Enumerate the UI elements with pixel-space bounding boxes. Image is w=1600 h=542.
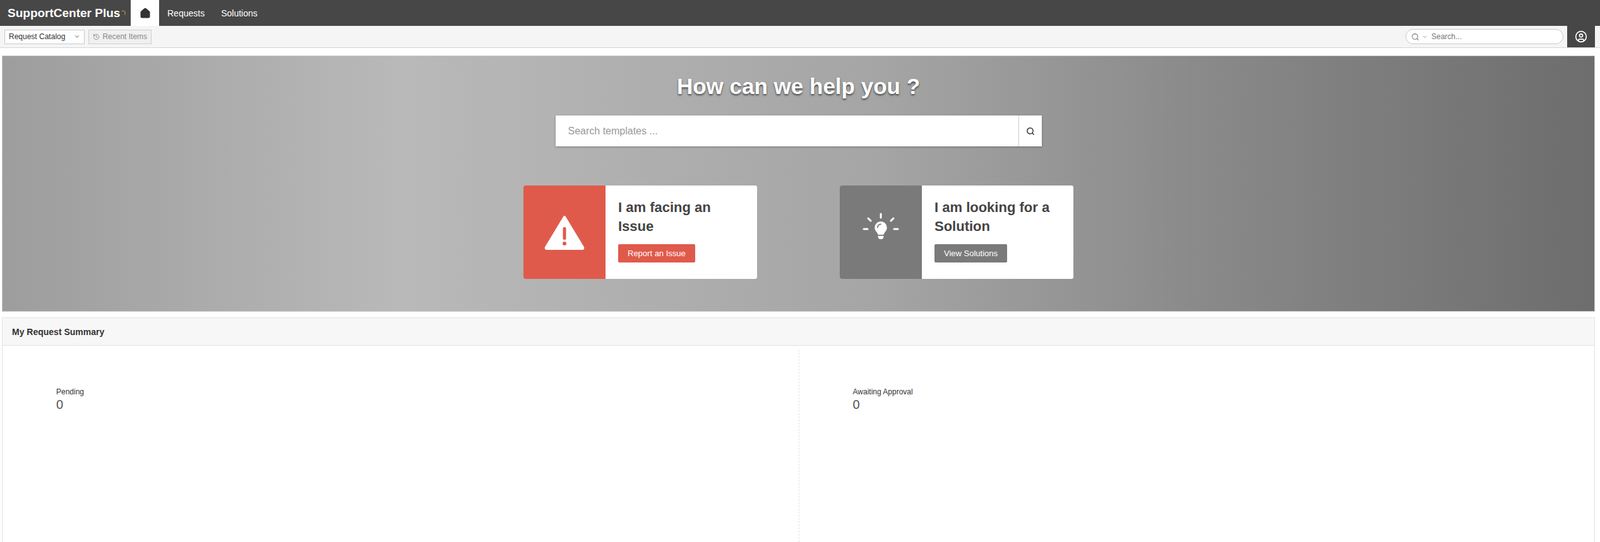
- lightbulb-icon: [860, 212, 902, 253]
- card-button[interactable]: Report an Issue: [618, 244, 696, 263]
- toolbar: Request CatalogRecent Items: [0, 25, 1600, 48]
- logo[interactable]: SupportCenter Plus: [0, 0, 131, 26]
- search-icon: [1026, 126, 1035, 136]
- card-icon-box: [839, 185, 922, 280]
- history-icon: [92, 33, 100, 41]
- global-search-input[interactable]: [1430, 31, 1558, 42]
- recent-items-button[interactable]: Recent Items: [88, 29, 152, 45]
- home-tab[interactable]: [130, 0, 160, 26]
- hero-title: How can we help you ?: [676, 73, 920, 100]
- card-body: I am looking for a Solution View Solution…: [921, 185, 1074, 280]
- template-search: [555, 115, 1042, 147]
- summary-item[interactable]: Awaiting Approval0: [798, 349, 1595, 542]
- template-search-button[interactable]: [1018, 115, 1042, 147]
- hero-banner: How can we help you ? I am facing an Issu…: [1, 55, 1595, 312]
- user-menu[interactable]: [1567, 25, 1595, 48]
- solution-card: I am looking for a Solution View Solution…: [839, 185, 1074, 280]
- global-search[interactable]: [1405, 29, 1564, 45]
- card-body: I am facing an Issue Report an Issue: [605, 185, 758, 280]
- summary-count: 0: [56, 397, 799, 413]
- action-cards: I am facing an IssueReport an IssueI am …: [523, 185, 1074, 280]
- summary-label: Awaiting Approval: [853, 387, 1595, 397]
- home-icon: [139, 7, 151, 19]
- request-catalog-select[interactable]: Request Catalog: [4, 29, 85, 45]
- dropdown-icon: [1421, 34, 1428, 40]
- request-summary: My Request SummaryPending0Awaiting Appro…: [1, 317, 1595, 542]
- card-title: I am looking for a Solution: [934, 198, 1063, 236]
- card-title: I am facing an Issue: [618, 198, 746, 236]
- support-center-page: SupportCenter PlusRequestsSolutionsReque…: [0, 0, 1600, 542]
- card-icon-box: [523, 185, 606, 280]
- nav-bar: SupportCenter Plus RequestsSolutions: [0, 0, 1600, 26]
- template-search-input[interactable]: [555, 115, 1019, 147]
- summary-count: 0: [853, 397, 1595, 413]
- summary-header: My Request Summary: [2, 318, 1595, 347]
- warning-icon: [544, 214, 585, 251]
- summary-item[interactable]: Pending0: [2, 349, 799, 542]
- summary-body: Pending0Awaiting Approval0: [2, 346, 1595, 542]
- nav-tab[interactable]: Solutions: [212, 0, 266, 26]
- issue-card: I am facing an Issue Report an Issue: [523, 185, 758, 280]
- card-button[interactable]: View Solutions: [934, 244, 1008, 263]
- logo-swoosh-icon: [121, 6, 126, 21]
- summary-label: Pending: [56, 387, 799, 397]
- user-icon: [1574, 30, 1588, 43]
- dropdown-icon: [73, 33, 81, 40]
- nav-tab[interactable]: Requests: [159, 0, 213, 26]
- search-icon: [1411, 32, 1420, 42]
